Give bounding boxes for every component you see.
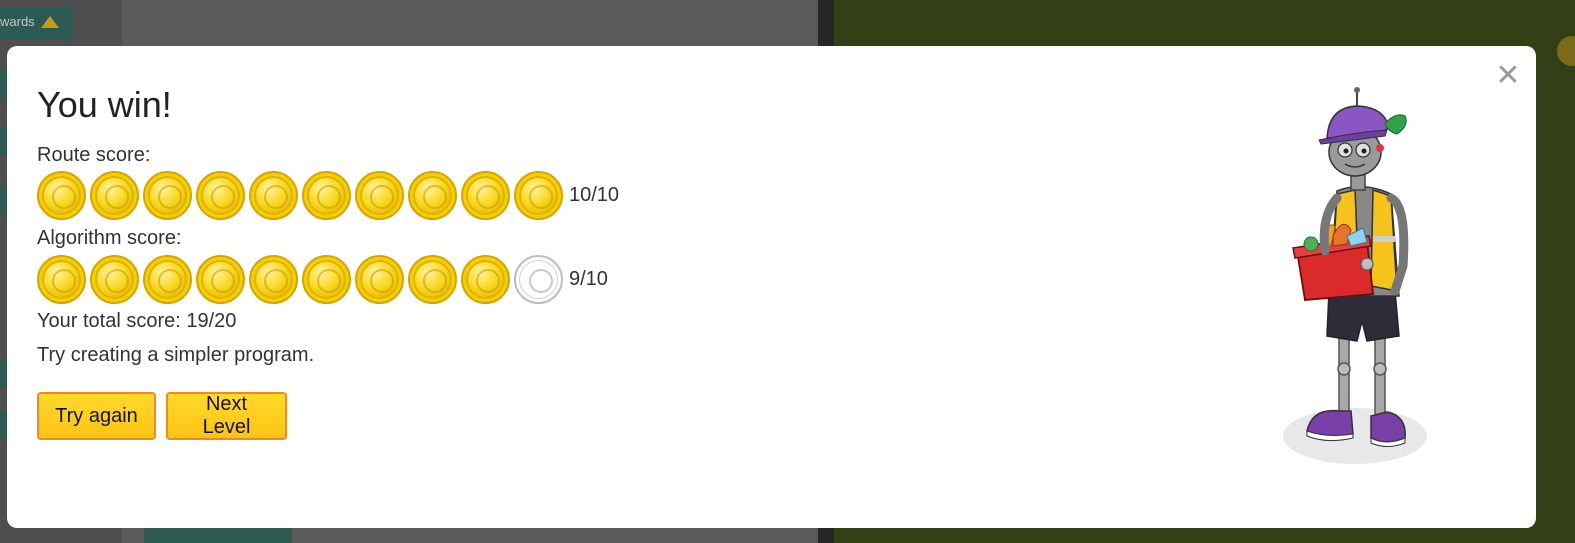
- background-block: [144, 528, 292, 543]
- route-coin-gold-icon: [461, 171, 510, 220]
- algorithm-coin-gold-icon: [408, 255, 457, 304]
- route-coin-gold-icon: [196, 171, 245, 220]
- route-coin-list: [37, 171, 563, 220]
- dialog-title: You win!: [37, 84, 172, 125]
- route-coin-gold-icon: [355, 171, 404, 220]
- algorithm-coin-gold-icon: [302, 255, 351, 304]
- route-coin-gold-icon: [302, 171, 351, 220]
- route-coin-gold-icon: [408, 171, 457, 220]
- route-score-value: 10/10: [569, 184, 620, 206]
- algorithm-score-coins: 9/10: [37, 255, 608, 304]
- algorithm-score-value: 9/10: [569, 268, 608, 290]
- try-again-button[interactable]: Try again: [37, 392, 156, 440]
- forwards-button: wards: [0, 8, 73, 40]
- algorithm-coin-gold-icon: [249, 255, 298, 304]
- algorithm-coin-empty-icon: [514, 255, 563, 304]
- arrow-up-icon: [40, 16, 59, 28]
- algorithm-coin-gold-icon: [90, 255, 139, 304]
- forwards-label: wards: [0, 14, 35, 29]
- route-coin-gold-icon: [37, 171, 86, 220]
- algorithm-coin-gold-icon: [37, 255, 86, 304]
- algorithm-coin-gold-icon: [461, 255, 510, 304]
- algorithm-coin-list: [37, 255, 563, 304]
- hint-text: Try creating a simpler program.: [37, 344, 315, 366]
- route-coin-gold-icon: [249, 171, 298, 220]
- route-coin-gold-icon: [143, 171, 192, 220]
- route-score-label: Route score:: [37, 144, 151, 166]
- close-icon[interactable]: ✕: [1494, 61, 1522, 91]
- algorithm-coin-gold-icon: [196, 255, 245, 304]
- route-coin-gold-icon: [514, 171, 563, 220]
- algorithm-coin-gold-icon: [355, 255, 404, 304]
- total-score: Your total score: 19/20: [37, 310, 237, 332]
- algorithm-coin-gold-icon: [143, 255, 192, 304]
- robot-illustration: [1283, 87, 1427, 464]
- route-coin-gold-icon: [90, 171, 139, 220]
- next-level-button[interactable]: Next Level: [166, 392, 287, 440]
- route-score-coins: 10/10: [37, 171, 619, 220]
- algorithm-score-label: Algorithm score:: [37, 227, 182, 249]
- win-dialog: ✕ You win! Route score: 10/10 Algorithm …: [7, 46, 1536, 528]
